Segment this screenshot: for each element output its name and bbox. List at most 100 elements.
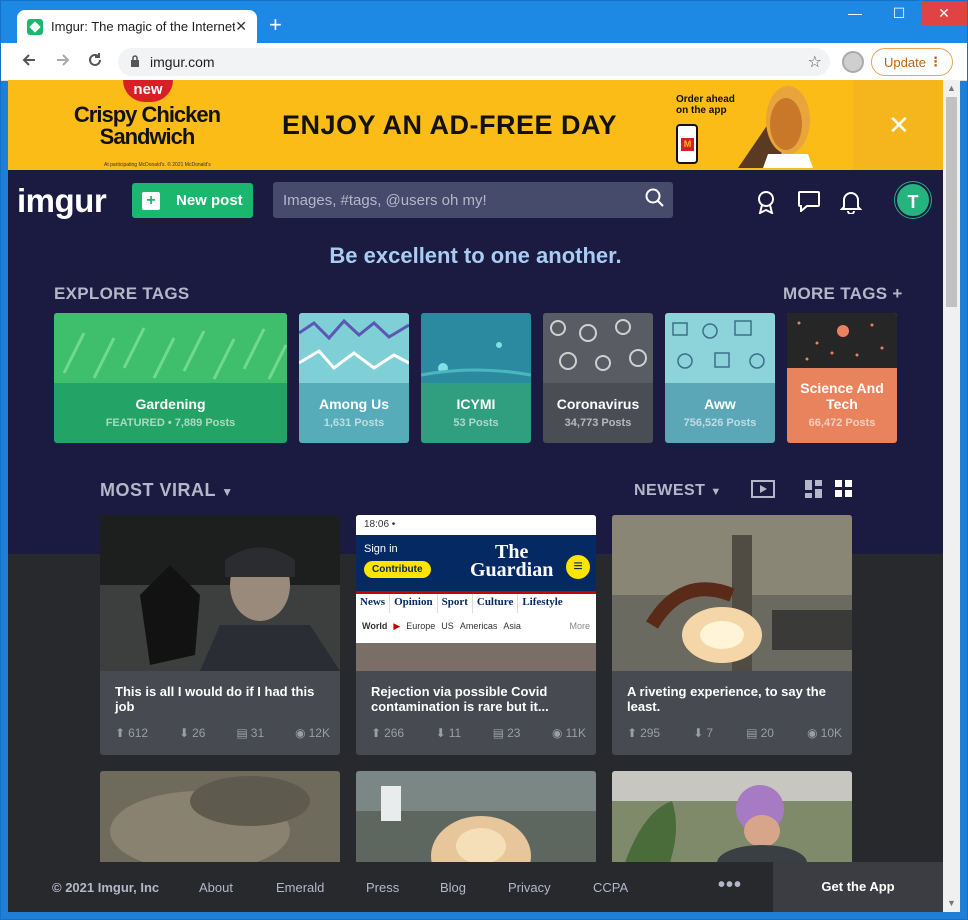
most-viral-dropdown[interactable]: MOST VIRAL ▼	[100, 480, 234, 501]
autoplay-video-icon[interactable]	[751, 480, 775, 503]
post-card[interactable]: This is all I would do if I had this job…	[100, 515, 340, 755]
post-title: Rejection via possible Covid contaminati…	[371, 684, 549, 714]
comments-stat[interactable]: ▤ 31	[236, 726, 264, 740]
minimize-button[interactable]: —	[833, 1, 877, 25]
post-image	[612, 771, 852, 871]
among-us-art	[299, 313, 409, 383]
new-post-button[interactable]: + New post	[132, 183, 253, 218]
footer-link-about[interactable]: About	[199, 880, 233, 895]
tag-science-and-tech[interactable]: Science And Tech 66,472 Posts	[787, 313, 897, 443]
page-scrollbar[interactable]: ▲ ▼	[943, 80, 960, 912]
footer-link-ccpa[interactable]: CCPA	[593, 880, 628, 895]
ad-banner[interactable]: new Crispy Chicken Sandwich At participa…	[8, 80, 943, 170]
tab-close-icon[interactable]: ✕	[235, 18, 247, 35]
guardian-logo: The Guardian	[470, 541, 554, 581]
browser-toolbar: imgur.com ☆ Update ⋮	[1, 43, 967, 81]
browser-menu-icon[interactable]: ⋮	[929, 54, 942, 70]
comments-stat[interactable]: ▤ 23	[493, 726, 521, 740]
coronavirus-art	[543, 313, 653, 383]
post-card[interactable]	[612, 771, 852, 871]
comments-stat[interactable]: ▤ 20	[746, 726, 774, 740]
url-text[interactable]: imgur.com	[150, 54, 808, 70]
views-stat: ◉ 10K	[807, 726, 842, 740]
tag-name: Science And Tech	[800, 380, 884, 412]
post-card[interactable]: A riveting experience, to say the least.…	[612, 515, 852, 755]
more-tags-link[interactable]: MORE TAGS +	[783, 284, 903, 304]
tag-coronavirus[interactable]: Coronavirus 34,773 Posts	[543, 313, 653, 443]
user-avatar[interactable]: T	[895, 182, 931, 218]
eye-icon: ◉	[807, 726, 818, 740]
window-close-button[interactable]: ✕	[921, 1, 967, 25]
scroll-up-icon[interactable]: ▲	[943, 80, 960, 97]
browser-tab[interactable]: Imgur: The magic of the Internet ✕	[17, 10, 257, 43]
tab-title: Imgur: The magic of the Internet	[51, 19, 236, 34]
upvote-stat[interactable]: ⬆ 612	[115, 726, 148, 740]
grid-layout-icon[interactable]	[805, 480, 823, 503]
post-image: 18:06 • Sign in Contribute The Guardian …	[356, 515, 596, 671]
uniform-grid-icon[interactable]	[835, 480, 853, 503]
profile-avatar-icon[interactable]	[842, 51, 864, 73]
post-card[interactable]: 18:06 • Sign in Contribute The Guardian …	[356, 515, 596, 755]
forward-arrow-icon[interactable]	[55, 52, 71, 73]
ad-fine-print: At participating McDonald's. © 2021 McDo…	[104, 162, 211, 168]
ad-new-badge: new	[123, 80, 173, 102]
tag-icymi[interactable]: ICYMI 53 Posts	[421, 313, 531, 443]
post-card[interactable]	[100, 771, 340, 871]
upvote-arrow-icon: ⬆	[627, 726, 638, 740]
guardian-masthead: Sign in Contribute The Guardian ≡	[356, 535, 596, 591]
update-button[interactable]: Update ⋮	[871, 48, 953, 76]
comment-icon: ▤	[236, 726, 248, 740]
chat-bubble-icon[interactable]	[797, 190, 821, 217]
icymi-art	[421, 313, 531, 383]
scroll-down-icon[interactable]: ▼	[943, 895, 960, 912]
bell-icon[interactable]	[839, 190, 863, 219]
update-label: Update	[884, 54, 926, 70]
aww-art	[665, 313, 775, 383]
ad-close-icon[interactable]: ✕	[888, 110, 910, 141]
reload-icon[interactable]	[87, 52, 103, 73]
lock-icon[interactable]	[130, 54, 140, 70]
downvote-stat[interactable]: ⬇ 26	[179, 726, 205, 740]
comment-icon: ▤	[746, 726, 758, 740]
search-icon[interactable]	[637, 188, 673, 213]
post-title: This is all I would do if I had this job	[115, 684, 315, 714]
maximize-button[interactable]: ☐	[877, 1, 921, 25]
search-bar[interactable]	[273, 182, 673, 218]
guardian-menu-icon: ≡	[566, 555, 590, 579]
upvote-stat[interactable]: ⬆ 295	[627, 726, 660, 740]
copyright: © 2021 Imgur, Inc	[52, 880, 160, 895]
views-stat: ◉ 11K	[552, 726, 586, 740]
eye-icon: ◉	[552, 726, 563, 740]
newest-dropdown[interactable]: NEWEST ▼	[634, 482, 722, 500]
footer-more-icon[interactable]: •••	[718, 874, 742, 897]
footer-link-emerald[interactable]: Emerald	[276, 880, 324, 895]
post-card[interactable]	[356, 771, 596, 871]
tag-aww[interactable]: Aww 756,526 Posts	[665, 313, 775, 443]
get-the-app-button[interactable]: Get the App	[773, 862, 943, 912]
ad-order-line-1: Order ahead	[676, 94, 735, 105]
address-bar[interactable]: imgur.com ☆	[118, 48, 830, 76]
imgur-logo[interactable]: imgur	[17, 182, 107, 220]
tag-count: 66,472 Posts	[808, 417, 876, 429]
downvote-stat[interactable]: ⬇ 7	[693, 726, 713, 740]
scrollbar-thumb[interactable]	[946, 97, 957, 307]
footer-link-blog[interactable]: Blog	[440, 880, 466, 895]
post-image	[612, 515, 852, 671]
tag-gardening[interactable]: Gardening FEATURED • 7,889 Posts	[54, 313, 287, 443]
site-header: imgur + New post T	[8, 170, 943, 230]
site-footer: © 2021 Imgur, Inc About Emerald Press Bl…	[8, 862, 943, 912]
imgur-favicon-icon	[27, 18, 43, 35]
tag-count: 53 Posts	[453, 417, 499, 429]
bookmark-star-icon[interactable]: ☆	[808, 52, 822, 72]
search-input[interactable]	[283, 191, 637, 209]
tagline: Be excellent to one another.	[329, 243, 622, 268]
new-tab-button[interactable]: +	[269, 14, 282, 36]
downvote-stat[interactable]: ⬇ 11	[436, 726, 462, 740]
post-stats: ⬆ 612 ⬇ 26 ▤ 31 ◉ 12K	[115, 726, 330, 740]
upvote-stat[interactable]: ⬆ 266	[371, 726, 404, 740]
footer-link-privacy[interactable]: Privacy	[508, 880, 551, 895]
footer-link-press[interactable]: Press	[366, 880, 399, 895]
tag-among-us[interactable]: Among Us 1,631 Posts	[299, 313, 409, 443]
back-arrow-icon[interactable]	[21, 52, 37, 73]
trophy-icon[interactable]	[756, 190, 776, 219]
